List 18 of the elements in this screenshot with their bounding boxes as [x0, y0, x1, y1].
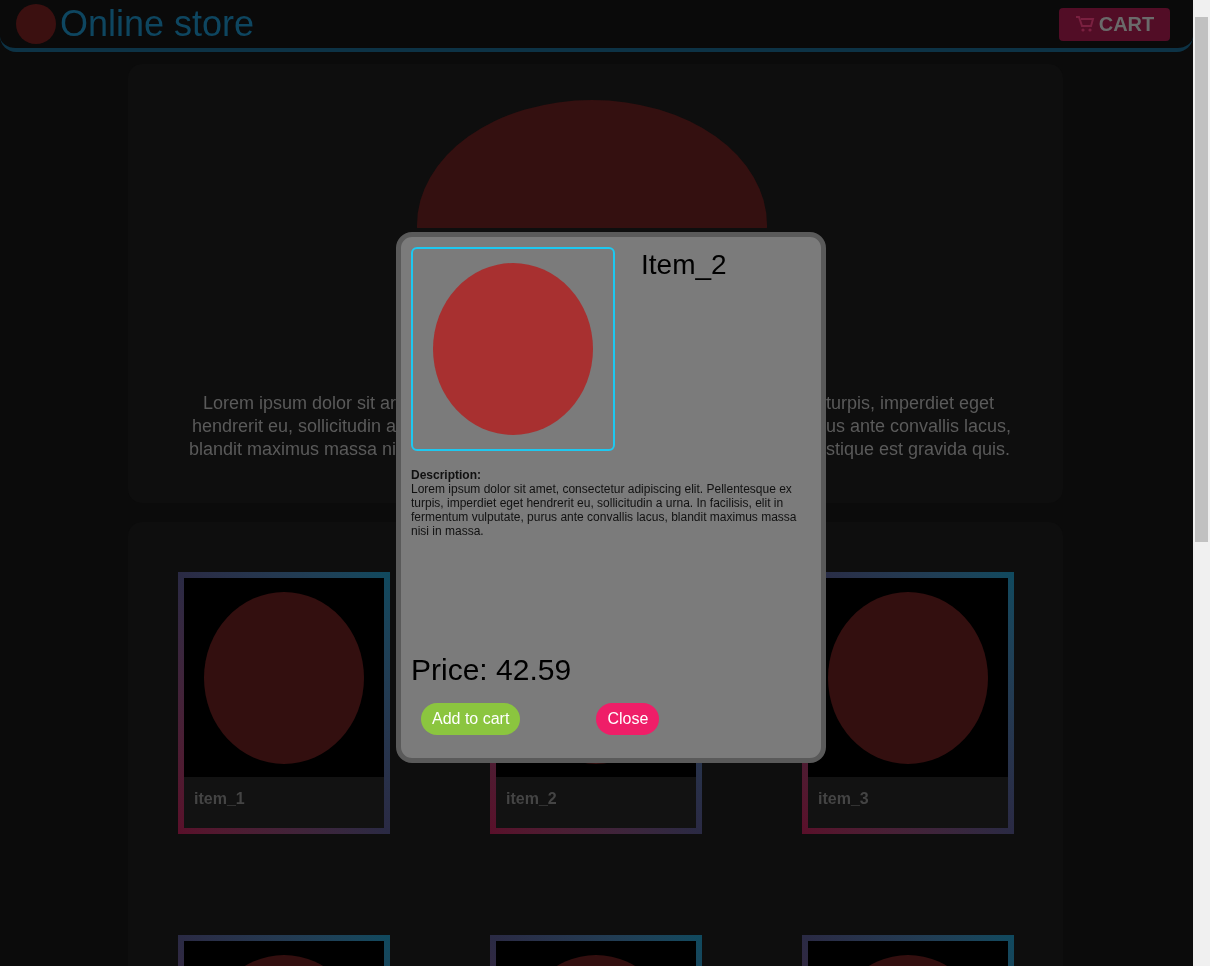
hero-text-line: blandit maximus massa ni [188, 438, 396, 461]
price-text: Price: 42.59 [411, 655, 573, 685]
dialog-title: Item_2 [641, 251, 727, 279]
scrollbar[interactable] [1193, 0, 1210, 966]
add-to-cart-button[interactable]: Add to cart [421, 703, 521, 735]
description-heading: Description: [411, 468, 482, 482]
logo-icon [16, 4, 56, 44]
hero-text-line: stique est gravida quis. [826, 438, 1011, 461]
store-title: Online store [60, 6, 255, 42]
hero-text-line: us ante convallis lacus, [826, 415, 1012, 438]
hero-text-line: Lorem ipsum dolor sit ar [202, 392, 396, 415]
hero-text-line: turpis, imperdiet eget [826, 392, 995, 415]
scrollbar-thumb[interactable] [1195, 17, 1208, 542]
cart-icon [1074, 15, 1095, 33]
cart-button[interactable]: CART [1059, 7, 1170, 41]
description-text: Lorem ipsum dolor sit amet, consectetur adipiscing elit. Pellentesque ex turpis, imperdiet eget hendrerit eu, sollicitudin a urna. In facilisis, elit in fermentum vulputate, purus ante convallis lacus, blandit maximus massa nisi in massa. [411, 482, 798, 538]
close-button[interactable]: Close [596, 703, 660, 735]
hero-text-line: hendrerit eu, sollicitudin a [191, 415, 396, 438]
